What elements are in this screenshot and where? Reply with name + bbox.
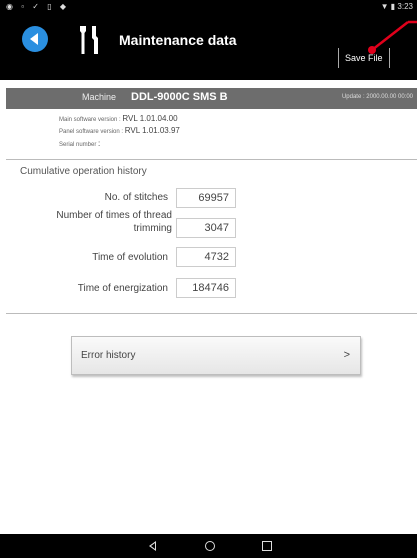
divider [6, 313, 417, 314]
page-title: Maintenance data [119, 32, 237, 48]
evolution-time-label: Time of evolution [92, 252, 168, 263]
panel-software-version: Panel software version : RVL 1.01.03.97 [59, 126, 180, 135]
stitches-value: 69957 [176, 188, 236, 208]
energization-time-label: Time of energization [77, 283, 168, 294]
error-history-button[interactable]: Error history > [71, 336, 361, 375]
energization-time-value: 184746 [176, 278, 236, 298]
update-timestamp: Update : 2000.00.00 00:00 [341, 94, 413, 100]
status-bar: ◉ ▫ ✓ ▯ ◆ ▼ ▮ 3:23 [0, 0, 417, 14]
app-bar: Maintenance data Save File [0, 14, 417, 80]
nav-back-icon[interactable] [149, 541, 156, 551]
callout-pointer [368, 20, 417, 54]
machine-label: Machine [82, 92, 117, 102]
thread-trimming-label: Number of times of thread trimming [56, 210, 172, 234]
main-software-label: Main software version [59, 117, 118, 123]
status-clock: ▼ ▮ 3:23 [380, 2, 413, 11]
nav-recent-apps-icon[interactable] [262, 541, 272, 551]
serial-number-label: Serial number [59, 142, 97, 148]
main-software-value: RVL 1.01.04.00 [122, 114, 178, 123]
divider [6, 159, 417, 160]
maintenance-tools-icon [80, 26, 98, 54]
section-title: Cumulative operation history [20, 166, 147, 177]
chevron-right-icon: > [343, 349, 350, 361]
navigation-bar [0, 534, 417, 558]
stitches-label: No. of stitches [104, 192, 168, 203]
panel-software-value: RVL 1.01.03.97 [124, 126, 180, 135]
thread-trimming-value: 3047 [176, 218, 236, 238]
evolution-time-value: 4732 [176, 247, 236, 267]
status-icons: ◉ ▫ ✓ ▯ ◆ [6, 2, 69, 11]
nav-home-icon[interactable] [205, 541, 215, 551]
serial-number: Serial number : [59, 139, 101, 148]
error-history-label: Error history [81, 350, 136, 361]
panel-software-label: Panel software version [59, 129, 120, 135]
back-button[interactable] [22, 26, 48, 52]
machine-name: DDL-9000C SMS B [131, 91, 228, 103]
machine-bar: Machine DDL-9000C SMS B Update : 2000.00… [6, 88, 417, 109]
main-software-version: Main software version : RVL 1.01.04.00 [59, 114, 178, 123]
